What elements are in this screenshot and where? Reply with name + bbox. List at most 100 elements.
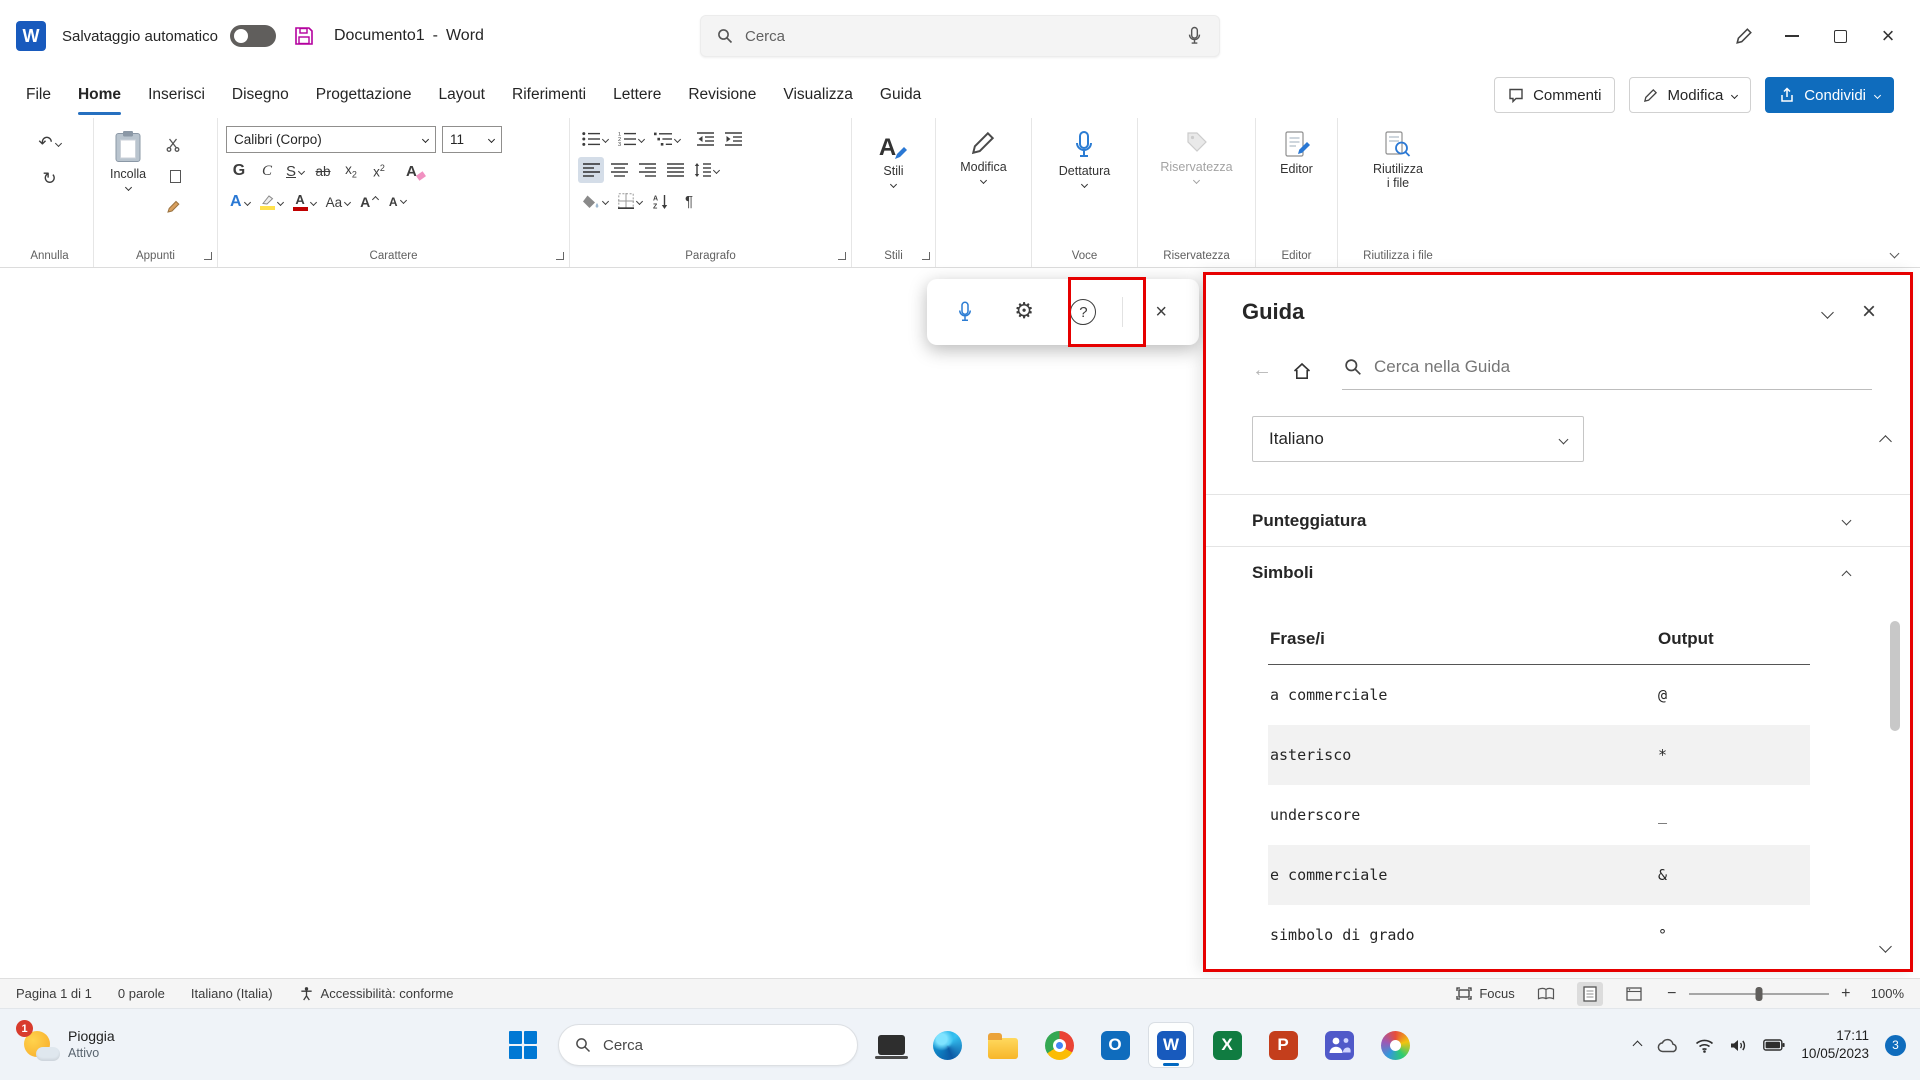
taskbar-app-chrome[interactable]	[1036, 1022, 1082, 1068]
reuse-files-button[interactable]: Riutilizzai file	[1365, 126, 1431, 241]
web-layout-button[interactable]	[1621, 982, 1647, 1006]
carattere-dialog-launcher[interactable]	[556, 252, 564, 260]
increase-indent-button[interactable]	[720, 126, 746, 152]
wifi-icon[interactable]	[1695, 1038, 1714, 1053]
taskbar-app-paint[interactable]	[1372, 1022, 1418, 1068]
grow-font-button[interactable]: A	[356, 189, 382, 215]
share-button[interactable]: Condividi	[1765, 77, 1894, 113]
taskbar-app-dark-window[interactable]	[868, 1022, 914, 1068]
taskbar-app-excel[interactable]: X	[1204, 1022, 1250, 1068]
styles-button[interactable]: A Stili	[871, 126, 916, 241]
pilcrow-button[interactable]: ¶	[676, 188, 702, 214]
line-spacing-button[interactable]	[690, 157, 723, 183]
focus-mode-button[interactable]: Focus	[1456, 986, 1514, 1001]
justify-button[interactable]	[662, 157, 688, 183]
zoom-level[interactable]: 100%	[1871, 986, 1904, 1001]
save-button[interactable]	[294, 26, 314, 46]
text-effects-button[interactable]: A	[226, 189, 254, 215]
help-panel-close-button[interactable]: ×	[1862, 300, 1876, 324]
autosave-toggle[interactable]	[230, 25, 276, 47]
dictation-mic-button[interactable]	[944, 291, 986, 333]
help-scroll-up-button[interactable]	[1879, 435, 1892, 448]
redo-button[interactable]: ↻	[34, 166, 64, 192]
superscript-button[interactable]: x2	[366, 158, 392, 184]
tab-visualizza[interactable]: Visualizza	[783, 72, 853, 118]
help-language-dropdown[interactable]: Italiano	[1252, 416, 1584, 462]
help-search-input[interactable]: Cerca nella Guida	[1342, 351, 1872, 390]
align-left-button[interactable]	[578, 157, 604, 183]
bullets-button[interactable]	[578, 126, 612, 152]
help-scroll-down-button[interactable]	[1879, 940, 1892, 953]
dictation-settings-button[interactable]: ⚙	[1003, 291, 1045, 333]
change-case-button[interactable]: Aa	[322, 189, 355, 215]
taskbar-app-file-explorer[interactable]	[980, 1022, 1026, 1068]
paste-button[interactable]: Incolla	[102, 126, 154, 241]
stili-dialog-launcher[interactable]	[922, 252, 930, 260]
taskbar-app-outlook[interactable]: O	[1092, 1022, 1138, 1068]
collapse-ribbon-button[interactable]	[1890, 249, 1900, 259]
minimize-button[interactable]	[1768, 12, 1816, 60]
tab-layout[interactable]: Layout	[438, 72, 485, 118]
help-scrollbar-thumb[interactable]	[1890, 621, 1900, 731]
taskbar-search[interactable]: Cerca	[558, 1024, 858, 1066]
editing-button[interactable]: Modifica	[952, 126, 1015, 241]
accessibility-status[interactable]: Accessibilità: conforme	[299, 986, 454, 1001]
tray-show-hidden-button[interactable]	[1634, 1042, 1641, 1049]
tab-file[interactable]: File	[26, 72, 51, 118]
tab-guida[interactable]: Guida	[880, 72, 921, 118]
word-count[interactable]: 0 parole	[118, 986, 165, 1001]
title-search-box[interactable]: Cerca	[700, 15, 1220, 57]
editing-mode-button[interactable]: Modifica	[1629, 77, 1751, 113]
tab-lettere[interactable]: Lettere	[613, 72, 661, 118]
dictation-help-button[interactable]: ?	[1062, 291, 1104, 333]
clock[interactable]: 17:11 10/05/2023	[1801, 1027, 1869, 1062]
dictate-button[interactable]: Dettatura	[1051, 126, 1118, 241]
align-right-button[interactable]	[634, 157, 660, 183]
taskbar-app-powerpoint[interactable]: P	[1260, 1022, 1306, 1068]
shading-button[interactable]	[578, 188, 612, 214]
help-section-simboli[interactable]: Simboli	[1206, 547, 1910, 599]
zoom-out-button[interactable]: −	[1665, 985, 1679, 1003]
taskbar-app-edge[interactable]	[924, 1022, 970, 1068]
close-button[interactable]: ×	[1864, 12, 1912, 60]
language-indicator[interactable]: Italiano (Italia)	[191, 986, 273, 1001]
title-search-mic-button[interactable]	[1186, 26, 1203, 46]
tab-inserisci[interactable]: Inserisci	[148, 72, 205, 118]
shrink-font-button[interactable]: A	[384, 189, 410, 215]
help-back-button[interactable]: ←	[1252, 359, 1272, 382]
tab-riferimenti[interactable]: Riferimenti	[512, 72, 586, 118]
tab-progettazione[interactable]: Progettazione	[316, 72, 412, 118]
bold-button[interactable]: G	[226, 158, 252, 184]
multilevel-list-button[interactable]	[650, 126, 684, 152]
align-center-button[interactable]	[606, 157, 632, 183]
borders-button[interactable]	[614, 188, 646, 214]
taskbar-app-teams[interactable]	[1316, 1022, 1362, 1068]
notification-center-badge[interactable]: 3	[1885, 1035, 1906, 1056]
ink-pen-button[interactable]	[1720, 12, 1768, 60]
tab-home[interactable]: Home	[78, 72, 121, 118]
start-button[interactable]	[502, 1022, 548, 1068]
zoom-in-button[interactable]: +	[1839, 985, 1853, 1003]
battery-icon[interactable]	[1763, 1039, 1785, 1051]
comments-button[interactable]: Commenti	[1494, 77, 1615, 113]
print-layout-button[interactable]	[1577, 982, 1603, 1006]
font-color-button[interactable]: A	[289, 189, 320, 215]
sort-button[interactable]: AZ	[648, 188, 674, 214]
zoom-track[interactable]	[1689, 993, 1829, 995]
underline-button[interactable]: S	[282, 158, 308, 184]
subscript-button[interactable]: x2	[338, 158, 364, 184]
zoom-thumb[interactable]	[1755, 987, 1762, 1001]
undo-button[interactable]: ↶	[34, 130, 64, 156]
italic-button[interactable]: C	[254, 158, 280, 184]
format-painter-button[interactable]	[160, 194, 186, 220]
appunti-dialog-launcher[interactable]	[204, 252, 212, 260]
copy-button[interactable]	[160, 163, 186, 189]
tab-disegno[interactable]: Disegno	[232, 72, 289, 118]
font-name-combobox[interactable]: Calibri (Corpo)	[226, 126, 436, 153]
paragrafo-dialog-launcher[interactable]	[838, 252, 846, 260]
page-indicator[interactable]: Pagina 1 di 1	[16, 986, 92, 1001]
maximize-button[interactable]	[1816, 12, 1864, 60]
editor-button[interactable]: Editor	[1272, 126, 1321, 241]
help-section-punteggiatura[interactable]: Punteggiatura	[1206, 495, 1910, 547]
tab-revisione[interactable]: Revisione	[688, 72, 756, 118]
